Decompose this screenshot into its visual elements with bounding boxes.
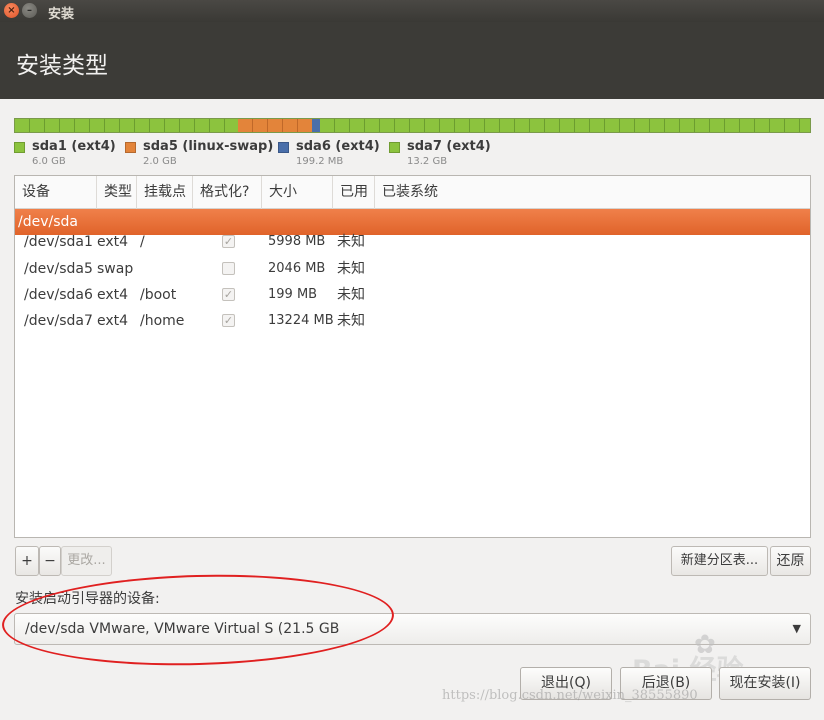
minimize-icon[interactable]: –: [22, 3, 37, 18]
cell-device: /dev/sda7: [24, 313, 93, 329]
legend-name: sda5 (linux-swap): [143, 139, 274, 154]
add-partition-button[interactable]: +: [15, 546, 39, 576]
legend-size: 13.2 GB: [407, 156, 448, 167]
table-row[interactable]: /dev/sda6 ext4 /boot ✓ 199 MB 未知: [15, 282, 810, 308]
cell-size: 2046 MB: [268, 261, 326, 276]
cell-type: ext4: [97, 313, 129, 329]
cell-used: 未知: [337, 287, 365, 303]
cell-used: 未知: [337, 313, 365, 329]
legend-swatch: [125, 142, 136, 153]
column-type[interactable]: 类型: [97, 176, 137, 209]
cell-device: /dev/sda5: [24, 261, 93, 277]
legend-size: 6.0 GB: [32, 156, 66, 167]
disk-segment-sda1: [15, 119, 238, 132]
format-checkbox[interactable]: ✓: [222, 288, 235, 301]
cell-device: /dev/sda1: [24, 234, 93, 250]
disk-segment-sda6: [312, 119, 320, 132]
page-header: 安装类型: [0, 22, 824, 99]
cell-type: ext4: [97, 234, 129, 250]
format-checkbox[interactable]: ✓: [222, 314, 235, 327]
cell-type: ext4: [97, 287, 129, 303]
column-size[interactable]: 大小: [262, 176, 333, 209]
new-partition-table-button[interactable]: 新建分区表...: [671, 546, 768, 576]
disk-segment-sda7: [319, 119, 810, 132]
column-used[interactable]: 已用: [333, 176, 375, 209]
page-title: 安装类型: [16, 53, 108, 79]
format-checkbox[interactable]: [222, 262, 235, 275]
table-row[interactable]: /dev/sda1 ext4 / ✓ 5998 MB 未知: [15, 229, 810, 255]
column-system[interactable]: 已装系统: [375, 176, 810, 209]
cell-mount: /: [140, 234, 145, 250]
table-row[interactable]: /dev/sda7 ext4 /home ✓ 13224 MB 未知: [15, 308, 810, 334]
window-titlebar: × – 安装: [0, 0, 824, 22]
boot-loader-device-select[interactable]: /dev/sda VMware, VMware Virtual S (21.5 …: [14, 613, 811, 645]
format-checkbox[interactable]: ✓: [222, 235, 235, 248]
legend-size: 199.2 MB: [296, 156, 344, 167]
legend-size: 2.0 GB: [143, 156, 177, 167]
revert-button[interactable]: 还原: [770, 546, 811, 576]
table-row[interactable]: /dev/sda5 swap 2046 MB 未知: [15, 256, 810, 282]
window-title: 安装: [48, 7, 75, 22]
legend-name: sda6 (ext4): [296, 139, 380, 154]
cell-size: 13224 MB: [268, 313, 334, 328]
chevron-down-icon: ▼: [792, 622, 801, 635]
legend-name: sda1 (ext4): [32, 139, 116, 154]
disk-usage-bar: [14, 118, 811, 133]
disk-segment-sda5: [237, 119, 313, 132]
column-device[interactable]: 设备: [15, 176, 97, 209]
remove-partition-button[interactable]: −: [39, 546, 61, 576]
cell-device: /dev/sda6: [24, 287, 93, 303]
back-button[interactable]: 后退(B): [620, 667, 712, 700]
close-icon[interactable]: ×: [4, 3, 19, 18]
table-header: 设备 类型 挂载点 格式化? 大小 已用 已装系统: [15, 176, 810, 209]
change-partition-button[interactable]: 更改...: [61, 546, 112, 576]
cell-mount: /home: [140, 313, 185, 329]
legend-swatch: [389, 142, 400, 153]
quit-button[interactable]: 退出(Q): [520, 667, 612, 700]
column-mount[interactable]: 挂载点: [137, 176, 193, 209]
install-now-button[interactable]: 现在安装(I): [719, 667, 811, 700]
cell-size: 5998 MB: [268, 234, 326, 249]
boot-loader-label: 安装启动引导器的设备:: [15, 591, 160, 607]
boot-loader-selected-value: /dev/sda VMware, VMware Virtual S (21.5 …: [25, 621, 340, 637]
column-format[interactable]: 格式化?: [193, 176, 262, 209]
legend-swatch: [278, 142, 289, 153]
partition-table[interactable]: 设备 类型 挂载点 格式化? 大小 已用 已装系统 /dev/sda /dev/…: [14, 175, 811, 538]
legend-swatch: [14, 142, 25, 153]
cell-mount: /boot: [140, 287, 177, 303]
cell-used: 未知: [337, 234, 365, 250]
cell-size: 199 MB: [268, 287, 318, 302]
legend-name: sda7 (ext4): [407, 139, 491, 154]
cell-type: swap: [97, 261, 134, 277]
cell-used: 未知: [337, 261, 365, 277]
